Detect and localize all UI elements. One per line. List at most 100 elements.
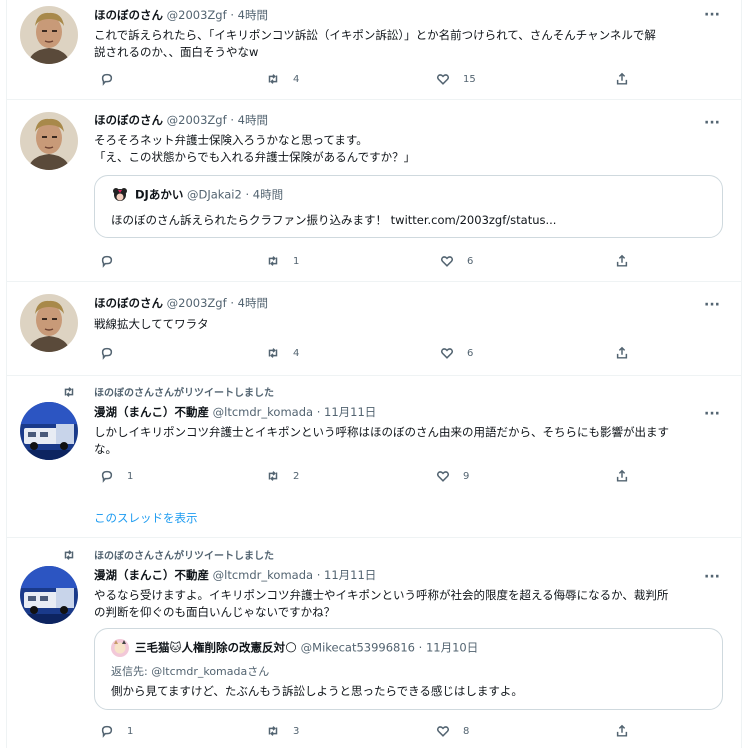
more-icon[interactable]: ··· (701, 8, 723, 26)
tweet-text-line: しかしイキリポンコツ弁護士とイキポンという呼称はほのぼのさん由来の用語だから、そ… (94, 425, 669, 439)
tweet[interactable]: ほのぼのさん @2003Zgf · 4時間 ··· これで訴えられたら、「イキリ… (7, 0, 741, 100)
timestamp[interactable]: 4時間 (238, 113, 268, 127)
reply-button[interactable]: 1 (100, 723, 133, 739)
action-bar: 1 2 9 (94, 468, 634, 484)
like-button[interactable]: 15 (436, 71, 476, 87)
display-name[interactable]: ほのぼのさん (94, 8, 163, 22)
share-button[interactable] (615, 468, 629, 484)
like-count: 6 (467, 255, 474, 267)
action-bar: 1 6 (94, 253, 634, 269)
tweet[interactable]: ほのぼのさん @2003Zgf · 4時間 ··· 戦線拡大しててワラタ 4 6 (7, 282, 741, 376)
avatar[interactable] (20, 566, 78, 624)
reply-icon (101, 347, 113, 360)
retweet-context[interactable]: ほのぼのさんさんがリツイートしました (94, 547, 274, 562)
tweet-text-line: これで訴えられたら、「イキリポンコツ訴訟（イキポン訴訟）」とか名前つけられて、さ… (94, 28, 656, 42)
tweet-text: そろそろネット弁護士保険入ろうかなと思ってます。 「え、この状態からでも入れる弁… (94, 132, 721, 166)
quote-header: DJあかい @DJakai2 · 4時間 (111, 186, 283, 204)
timestamp[interactable]: 11月11日 (324, 405, 376, 419)
avatar[interactable] (20, 112, 78, 170)
display-name[interactable]: 漫湖（まんこ）不動産 (94, 405, 209, 419)
quoted-tweet[interactable]: DJあかい @DJakai2 · 4時間 ほのぼのさん訴えられたらクラファン振り… (94, 175, 723, 238)
more-icon[interactable]: ··· (701, 298, 723, 316)
retweet-icon (268, 256, 278, 266)
tweet[interactable]: ほのぼのさんさんがリツイートしました 漫湖（まんこ）不動産 @ltcmdr_ko… (7, 538, 741, 748)
quote-text: 側から見てますけど、たぶんもう訴訟しようと思ったらできる感じはしますよ。 (111, 684, 523, 698)
quote-display-name: 三毛猫🐱人権削除の改憲反対🌕 (135, 640, 297, 655)
display-name[interactable]: ほのぼのさん (94, 296, 163, 310)
retweet-button[interactable]: 1 (266, 253, 299, 269)
display-name[interactable]: ほのぼのさん (94, 113, 163, 127)
timestamp[interactable]: 11月11日 (324, 568, 376, 582)
separator: · (418, 640, 423, 655)
share-button[interactable] (615, 253, 629, 269)
tweet-text: やるなら受けますよ。イキリポンコツ弁護士やイキポンという呼称が社会的限度を超える… (94, 587, 721, 621)
tweet-header: ほのぼのさん @2003Zgf · 4時間 (94, 7, 268, 23)
quote-display-name: DJあかい (135, 187, 184, 202)
tweet[interactable]: ほのぼのさん @2003Zgf · 4時間 ··· そろそろネット弁護士保険入ろ… (7, 100, 741, 282)
more-icon[interactable]: ··· (701, 407, 723, 425)
quote-avatar (111, 639, 129, 657)
retweet-icon (268, 74, 278, 84)
retweet-count: 4 (293, 347, 300, 359)
retweet-context-icon (61, 547, 77, 561)
share-icon (616, 724, 628, 737)
share-icon (616, 72, 628, 85)
timestamp[interactable]: 4時間 (238, 8, 268, 22)
reply-count: 1 (127, 470, 134, 482)
action-bar: 1 3 8 (94, 723, 634, 739)
heart-icon (436, 471, 450, 482)
more-icon[interactable]: ··· (701, 570, 723, 588)
reply-button[interactable] (100, 71, 127, 87)
tweet-text-line: 説されるのか、、面白そうやなw (94, 45, 259, 59)
retweet-button[interactable]: 3 (266, 723, 299, 739)
quoted-tweet[interactable]: 三毛猫🐱人権削除の改憲反対🌕 @Mikecat53996816 · 11月10日… (94, 628, 723, 710)
quote-handle: @DJakai2 (186, 187, 242, 202)
handle[interactable]: @ltcmdr_komada (213, 405, 313, 419)
like-count: 8 (463, 725, 470, 737)
tweet-header: 漫湖（まんこ）不動産 @ltcmdr_komada · 11月11日 (94, 404, 376, 420)
timestamp[interactable]: 4時間 (238, 296, 268, 310)
handle[interactable]: @2003Zgf (167, 8, 227, 22)
display-name[interactable]: 漫湖（まんこ）不動産 (94, 568, 209, 582)
tweet-text-line: 戦線拡大しててワラタ (94, 317, 209, 331)
avatar[interactable] (20, 402, 78, 460)
like-button[interactable]: 6 (440, 345, 473, 361)
tweet-header: ほのぼのさん @2003Zgf · 4時間 (94, 112, 268, 128)
retweet-icon (268, 348, 278, 358)
tweet-text-line: 「え、この状態からでも入れる弁護士保険があるんですか？」 (94, 150, 416, 164)
quote-timestamp: 11月10日 (425, 640, 479, 655)
show-thread-link[interactable]: このスレッドを表示 (94, 510, 198, 526)
tweet-text-line: な。 (94, 442, 117, 456)
share-button[interactable] (615, 71, 629, 87)
handle[interactable]: @ltcmdr_komada (213, 568, 313, 582)
like-button[interactable]: 8 (436, 723, 469, 739)
quote-header: 三毛猫🐱人権削除の改憲反対🌕 @Mikecat53996816 · 11月10日 (111, 639, 478, 657)
reply-button[interactable] (100, 345, 127, 361)
avatar[interactable] (20, 6, 78, 64)
reply-count: 1 (127, 725, 134, 737)
tweet[interactable]: ほのぼのさんさんがリツイートしました 漫湖（まんこ）不動産 @ltcmdr_ko… (7, 376, 741, 538)
heart-icon (436, 74, 450, 85)
retweet-button[interactable]: 2 (266, 468, 299, 484)
like-button[interactable]: 6 (440, 253, 473, 269)
separator: · (316, 405, 321, 419)
separator: · (316, 568, 321, 582)
reply-button[interactable]: 1 (100, 468, 133, 484)
share-button[interactable] (615, 345, 629, 361)
heart-icon (436, 726, 450, 737)
handle[interactable]: @2003Zgf (167, 296, 227, 310)
like-count: 15 (463, 73, 476, 85)
tweet-text: 戦線拡大しててワラタ (94, 316, 721, 333)
retweet-button[interactable]: 4 (266, 345, 299, 361)
separator: · (230, 296, 234, 310)
heart-icon (440, 348, 454, 359)
like-count: 6 (467, 347, 474, 359)
reply-button[interactable] (100, 253, 127, 269)
retweet-context[interactable]: ほのぼのさんさんがリツイートしました (94, 384, 274, 399)
share-button[interactable] (615, 723, 629, 739)
retweet-button[interactable]: 4 (266, 71, 299, 87)
avatar[interactable] (20, 294, 78, 352)
like-button[interactable]: 9 (436, 468, 469, 484)
handle[interactable]: @2003Zgf (167, 113, 227, 127)
retweet-count: 1 (293, 255, 300, 267)
